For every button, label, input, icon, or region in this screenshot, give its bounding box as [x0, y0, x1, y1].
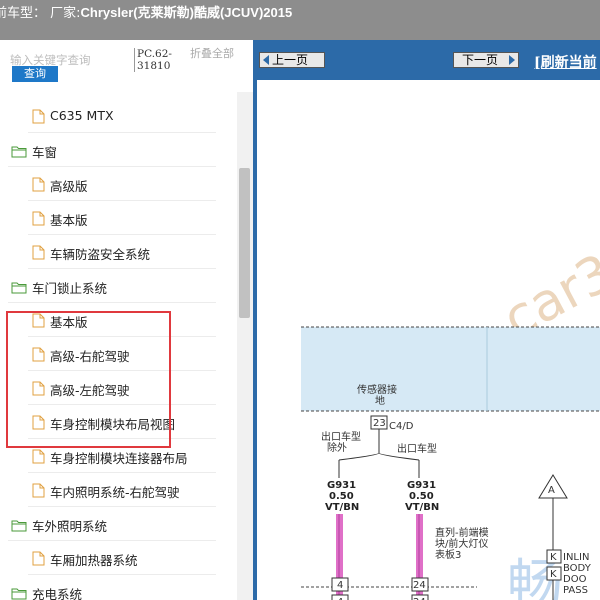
- tree-doc[interactable]: 车内照明系统-右舵驾驶: [28, 474, 216, 507]
- next-page-label: 下一页: [462, 53, 499, 67]
- header-prefix: 前车型：: [0, 6, 47, 21]
- wire-left-gauge: 0.50: [329, 491, 354, 502]
- refresh-link[interactable]: [刷新当前: [534, 52, 597, 72]
- tree-item-label: 车辆防盗安全系统: [50, 247, 151, 262]
- wire-right-id: G931: [407, 480, 436, 491]
- wire-right-gauge: 0.50: [409, 491, 434, 502]
- tree-folder[interactable]: 充电系统: [8, 576, 216, 600]
- tree-item-label: 车身控制模块连接器布局: [50, 451, 188, 466]
- wire-left-color: VT/BN: [325, 502, 359, 513]
- current-vehicle: 前车型： 厂家:Chrysler(克莱斯勒)酷威(JCUV)2015: [0, 2, 292, 21]
- scroll-thumb[interactable]: [239, 168, 250, 318]
- triangle-label: A: [548, 485, 555, 496]
- tree-folder[interactable]: 车门锁止系统: [8, 270, 216, 303]
- wiring-diagram: car3 畅 传感器接 地 23 C4/D 出口车型 除外 出口车型 G931 …: [253, 80, 600, 600]
- query-button[interactable]: 查询: [12, 66, 58, 82]
- tree-item-label: 车厢加热器系统: [50, 553, 138, 568]
- wire-left-id: G931: [327, 480, 356, 491]
- tree-doc[interactable]: 高级版: [28, 168, 216, 201]
- left-panel: 查询 PC.62-31810 折叠全部 C635 MTX 车窗高级版基本版车辆防盗…: [0, 40, 253, 600]
- tree-doc[interactable]: 车厢加热器系统: [28, 542, 216, 575]
- pin-left: 4: [337, 580, 343, 591]
- diagram-svg: car3 畅 传感器接 地 23 C4/D 出口车型 除外 出口车型 G931 …: [301, 243, 600, 600]
- document-icon: [32, 109, 45, 128]
- document-icon: [32, 211, 45, 230]
- module-band: [301, 327, 600, 411]
- document-icon: [32, 449, 45, 468]
- folder-icon: [11, 517, 27, 536]
- search-bar: 查询 PC.62-31810 折叠全部: [0, 40, 253, 92]
- arrow-left-icon: [263, 55, 269, 65]
- arrow-right-icon: [509, 55, 515, 65]
- tree-folder[interactable]: 车窗: [8, 134, 216, 167]
- right-box-2: BODY: [563, 563, 592, 574]
- right-pin-2: K: [550, 569, 557, 580]
- folder-icon: [11, 585, 27, 600]
- document-icon: [32, 551, 45, 570]
- wire-right-color: VT/BN: [405, 502, 439, 513]
- tree-doc[interactable]: C635 MTX: [28, 100, 216, 133]
- page-toolbar: 上一页 下一页 [刷新当前: [253, 40, 600, 80]
- prev-page-label: 上一页: [272, 53, 309, 67]
- right-pin: K: [550, 552, 557, 563]
- module-label-1: 直列-前端模: [435, 526, 489, 539]
- right-box-3: DOO: [563, 574, 587, 585]
- header-vehicle: Chrysler(克莱斯勒)酷威(JCUV)2015: [80, 5, 293, 20]
- tree-item-label: 车内照明系统-右舵驾驶: [50, 485, 180, 500]
- pc-code: PC.62-31810: [134, 48, 179, 72]
- right-panel: 上一页 下一页 [刷新当前 car3 畅 传感器接 地 23 C4/D 出口车型…: [253, 40, 600, 600]
- prev-page-button[interactable]: 上一页: [259, 52, 325, 68]
- folder-icon: [11, 279, 27, 298]
- sensor-ground-label-1: 传感器接: [357, 383, 397, 396]
- tree-item-label: 基本版: [50, 213, 88, 228]
- tree-item-label: 车门锁止系统: [32, 281, 108, 296]
- document-icon: [32, 245, 45, 264]
- connector-pin: 23: [373, 418, 386, 429]
- pin-right: 24: [413, 580, 426, 591]
- document-icon: [32, 177, 45, 196]
- module-label-3: 表板3: [435, 548, 461, 561]
- tree-item-label: C635 MTX: [50, 108, 114, 123]
- folder-icon: [11, 143, 27, 162]
- header-bar: 前车型： 厂家:Chrysler(克莱斯勒)酷威(JCUV)2015: [0, 0, 600, 40]
- right-box-4: PASS: [563, 585, 588, 596]
- connector-id: C4/D: [389, 421, 414, 432]
- tree-item-label: 车外照明系统: [32, 519, 108, 534]
- tree-item-label: 高级版: [50, 179, 88, 194]
- next-page-button[interactable]: 下一页: [453, 52, 519, 68]
- tree-folder[interactable]: 车外照明系统: [8, 508, 216, 541]
- module-label-2: 块/前大灯仪: [435, 537, 488, 550]
- tree-item-label: 充电系统: [32, 587, 83, 600]
- branch-left-1: 出口车型: [321, 430, 361, 443]
- tree-doc[interactable]: 基本版: [28, 202, 216, 235]
- sensor-ground-label-2: 地: [375, 394, 385, 407]
- collapse-all-link[interactable]: 折叠全部: [190, 48, 234, 60]
- branch-right: 出口车型: [397, 442, 437, 455]
- tree-item-label: 车窗: [32, 145, 58, 160]
- highlight-box: [6, 311, 171, 448]
- right-box-1: INLIN: [563, 552, 589, 563]
- header-maker-label: 厂家:: [50, 6, 81, 21]
- branch-left-2: 除外: [327, 441, 347, 454]
- document-icon: [32, 483, 45, 502]
- tree-doc[interactable]: 车辆防盗安全系统: [28, 236, 216, 269]
- tree-scrollbar[interactable]: [237, 92, 253, 600]
